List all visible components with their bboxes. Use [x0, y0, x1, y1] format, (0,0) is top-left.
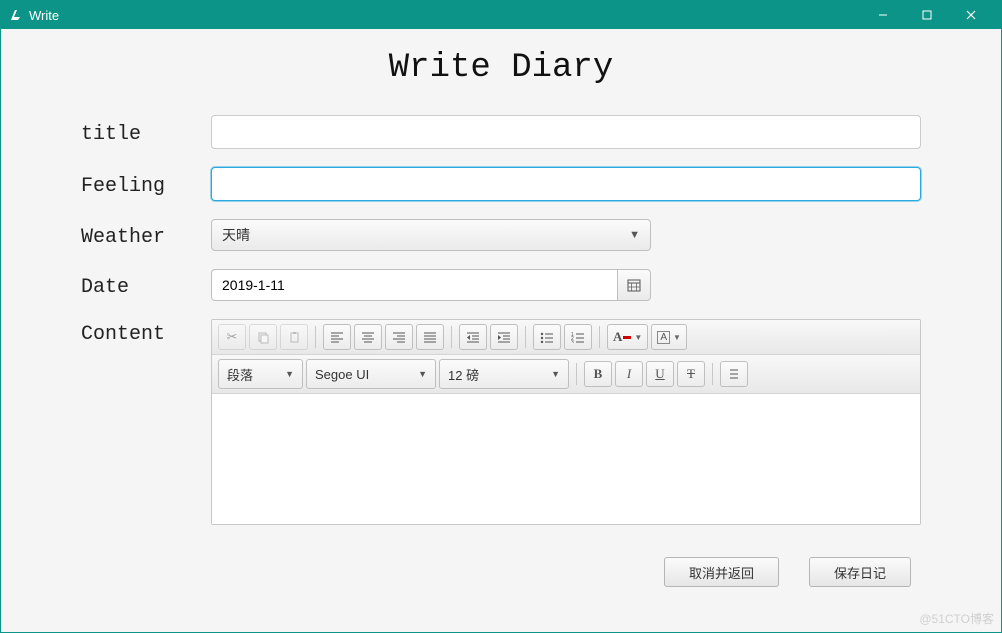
line-spacing-button[interactable]	[720, 361, 748, 387]
maximize-button[interactable]	[905, 1, 949, 29]
footer-buttons: 取消并返回 保存日记	[41, 543, 961, 587]
content-area: Write Diary title Feeling Weather 天晴 ▼	[1, 29, 1001, 632]
bold-button[interactable]: B	[584, 361, 612, 387]
font-dropdown[interactable]: Segoe UI ▼	[306, 359, 436, 389]
align-center-icon	[361, 331, 375, 343]
weather-select[interactable]: 天晴 ▼	[211, 219, 651, 251]
highlight-button[interactable]: A▼	[651, 324, 687, 350]
paragraph-value: 段落	[227, 365, 277, 384]
chevron-down-icon: ▼	[673, 333, 681, 342]
italic-button[interactable]: I	[615, 361, 643, 387]
fontsize-value: 12 磅	[448, 365, 543, 384]
underline-icon: U	[655, 366, 664, 382]
chevron-down-icon: ▼	[629, 229, 640, 241]
label-title: title	[81, 119, 211, 146]
label-date: Date	[81, 272, 211, 299]
numbered-list-button[interactable]: 123	[564, 324, 592, 350]
align-justify-button[interactable]	[416, 324, 444, 350]
app-icon	[9, 8, 23, 22]
paste-button[interactable]	[280, 324, 308, 350]
row-feeling: Feeling	[41, 167, 961, 201]
calendar-icon	[627, 278, 641, 292]
highlight-icon: A	[657, 331, 670, 344]
align-right-icon	[392, 331, 406, 343]
page-title: Write Diary	[41, 49, 961, 87]
minimize-button[interactable]	[861, 1, 905, 29]
paste-icon	[288, 331, 301, 344]
copy-icon	[257, 331, 270, 344]
window-title: Write	[29, 8, 59, 23]
chevron-down-icon: ▼	[285, 369, 294, 379]
font-color-button[interactable]: A▼	[607, 324, 648, 350]
align-justify-icon	[423, 331, 437, 343]
cut-icon: ✂	[227, 329, 238, 345]
row-content: Content ✂	[41, 319, 961, 525]
app-window: Write Write Diary title Feeling Weather	[0, 0, 1002, 633]
row-date: Date	[41, 269, 961, 301]
feeling-input[interactable]	[211, 167, 921, 201]
outdent-button[interactable]	[459, 324, 487, 350]
watermark: @51CTO博客	[919, 610, 994, 627]
calendar-button[interactable]	[617, 269, 651, 301]
bullet-list-icon	[540, 331, 554, 343]
numbered-list-icon: 123	[571, 331, 585, 343]
editor-toolbar-1: ✂	[212, 320, 920, 355]
italic-icon: I	[627, 366, 631, 382]
content-editor[interactable]	[212, 394, 920, 524]
chevron-down-icon: ▼	[418, 369, 427, 379]
fontsize-dropdown[interactable]: 12 磅 ▼	[439, 359, 569, 389]
outdent-icon	[466, 331, 480, 343]
bold-icon: B	[594, 366, 603, 382]
date-input[interactable]	[211, 269, 617, 301]
indent-icon	[497, 331, 511, 343]
copy-button[interactable]	[249, 324, 277, 350]
align-center-button[interactable]	[354, 324, 382, 350]
title-input[interactable]	[211, 115, 921, 149]
titlebar: Write	[1, 1, 1001, 29]
font-value: Segoe UI	[315, 367, 410, 382]
strikethrough-button[interactable]: T	[677, 361, 705, 387]
paragraph-dropdown[interactable]: 段落 ▼	[218, 359, 303, 389]
svg-text:3: 3	[571, 340, 574, 343]
chevron-down-icon: ▼	[551, 369, 560, 379]
strikethrough-icon: T	[687, 366, 695, 382]
save-button[interactable]: 保存日记	[809, 557, 911, 587]
align-right-button[interactable]	[385, 324, 413, 350]
font-color-icon: A	[613, 329, 622, 345]
label-weather: Weather	[81, 222, 211, 249]
label-feeling: Feeling	[81, 171, 211, 198]
underline-button[interactable]: U	[646, 361, 674, 387]
align-left-icon	[330, 331, 344, 343]
editor-toolbar-2: 段落 ▼ Segoe UI ▼ 12 磅 ▼ B I	[212, 355, 920, 394]
rich-text-editor: ✂	[211, 319, 921, 525]
line-spacing-icon	[727, 367, 741, 381]
label-content: Content	[81, 319, 211, 346]
close-button[interactable]	[949, 1, 993, 29]
row-title: title	[41, 115, 961, 149]
cancel-button[interactable]: 取消并返回	[664, 557, 779, 587]
weather-selected-value: 天晴	[222, 225, 629, 245]
indent-button[interactable]	[490, 324, 518, 350]
row-weather: Weather 天晴 ▼	[41, 219, 961, 251]
chevron-down-icon: ▼	[634, 333, 642, 342]
align-left-button[interactable]	[323, 324, 351, 350]
bullet-list-button[interactable]	[533, 324, 561, 350]
cut-button[interactable]: ✂	[218, 324, 246, 350]
